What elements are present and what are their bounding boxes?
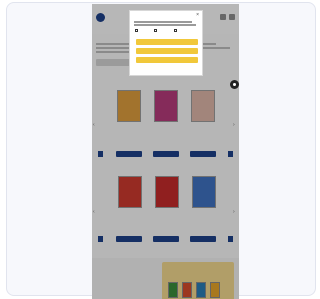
marketing-checkbox[interactable] [174,29,177,32]
cookie-consent-dialog: × [129,10,203,76]
cookie-text-line [134,21,192,23]
cookie-text-line [134,24,196,26]
decline-button[interactable] [136,57,198,63]
save-selection-button[interactable] [136,48,198,54]
settings-icon-center [233,83,236,86]
accept-all-button[interactable] [136,39,198,45]
necessary-checkbox[interactable] [135,29,138,32]
statistics-checkbox[interactable] [154,29,157,32]
mobile-screenshot: ‹ › ‹ › × [92,4,239,299]
close-icon[interactable]: × [196,13,199,18]
